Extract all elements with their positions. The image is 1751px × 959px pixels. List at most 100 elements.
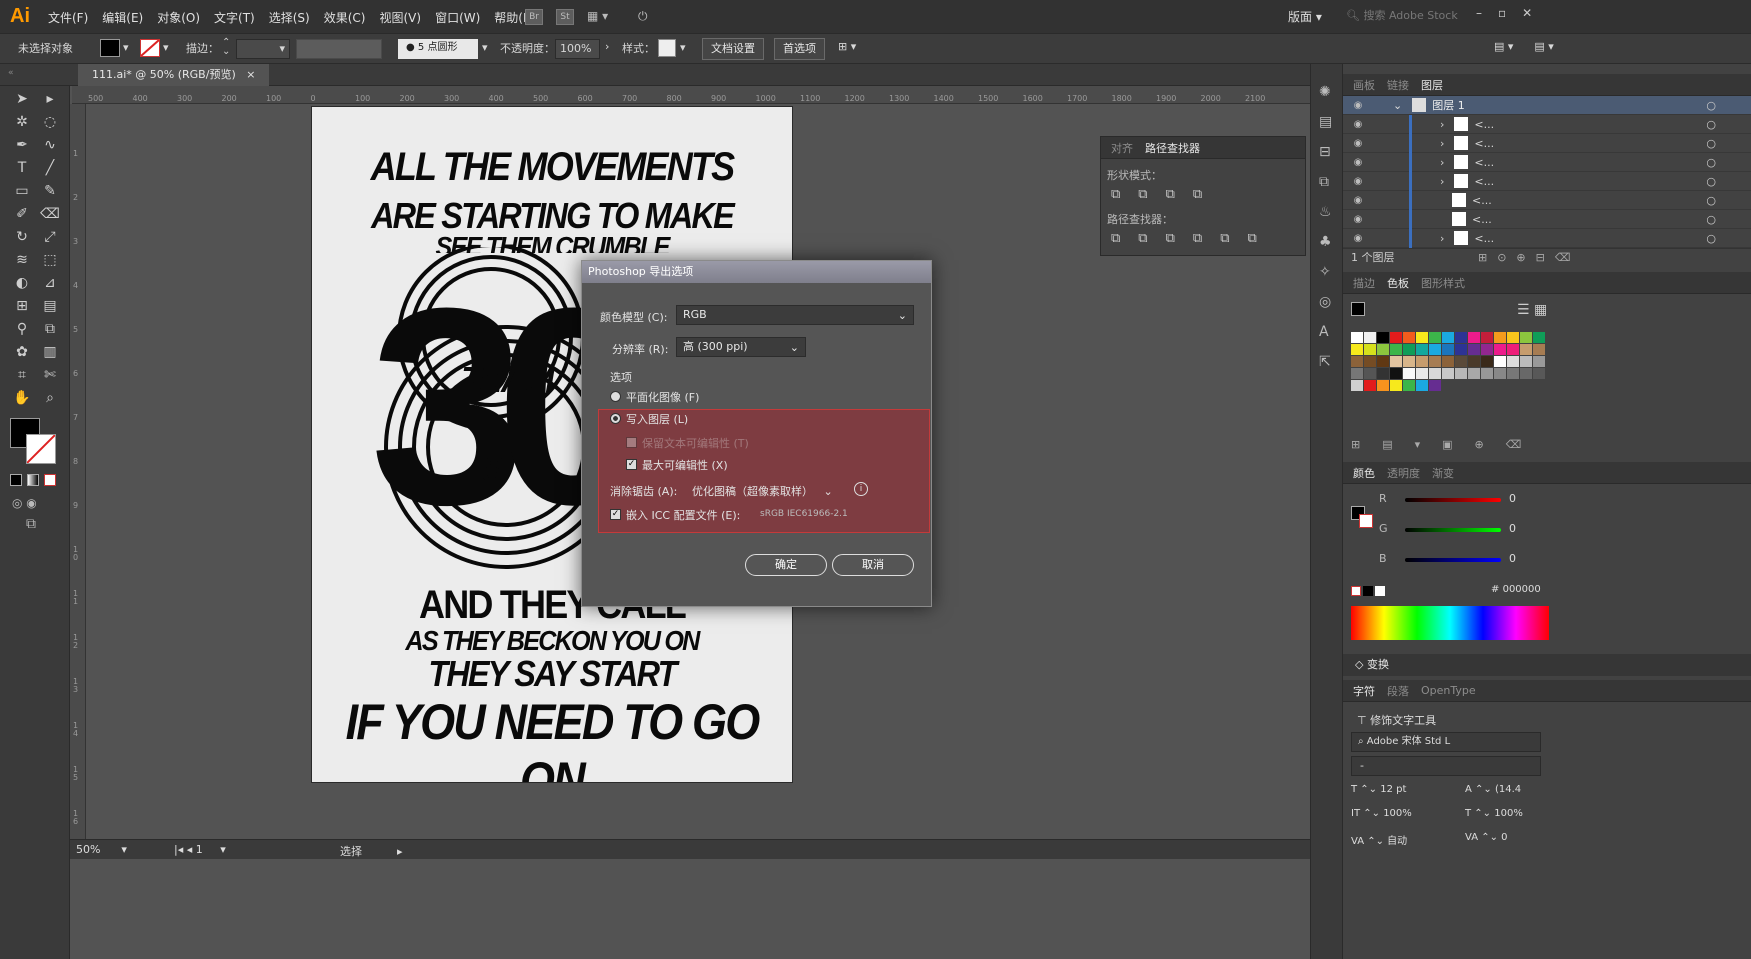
visibility-eye-icon[interactable]: ◉ <box>1351 138 1365 149</box>
visibility-eye-icon[interactable]: ◉ <box>1351 233 1365 244</box>
tab-graphic-styles[interactable]: 图形样式 <box>1421 275 1465 291</box>
outline-icon[interactable]: ⧉ <box>1220 231 1229 246</box>
status-tool[interactable]: 选择 ▸ <box>340 843 403 859</box>
style-dropdown-icon[interactable]: ▾ <box>680 41 686 54</box>
window-controls[interactable]: –▫✕ <box>1476 6 1548 20</box>
workspace-switcher[interactable]: 版面 ▾ <box>1288 8 1322 25</box>
menu-view[interactable]: 视图(V) <box>379 9 421 26</box>
selection-tool-icon[interactable]: ➤ <box>10 88 34 110</box>
sublayer-row[interactable]: ◉ <... ○ <box>1343 190 1751 210</box>
panel-options-icon[interactable]: ▤ ▾ ▤ ▾ <box>1494 40 1554 53</box>
write-layers-radio[interactable] <box>610 413 621 424</box>
swatch[interactable] <box>1468 368 1480 379</box>
slice-tool-icon[interactable]: ✄ <box>38 364 62 386</box>
swatch[interactable] <box>1533 332 1545 343</box>
font-family-field[interactable]: ⌕ Adobe 宋体 Std L <box>1351 732 1541 752</box>
swatch[interactable] <box>1364 380 1376 391</box>
gpu-icon[interactable]: ⏻ <box>638 9 648 24</box>
paintbrush-icon[interactable]: ✎ <box>38 180 62 202</box>
color-spectrum[interactable] <box>1351 606 1549 640</box>
minus-front-icon[interactable]: ⧉ <box>1138 187 1147 202</box>
rotate-tool-icon[interactable]: ↻ <box>10 226 34 248</box>
swatch[interactable] <box>1520 332 1532 343</box>
flatten-radio[interactable] <box>610 391 621 402</box>
target-circle-icon[interactable]: ○ <box>1706 175 1716 188</box>
brush-definition[interactable]: ● 5 点圆形 <box>398 39 478 59</box>
merge-icon[interactable]: ⧉ <box>1166 231 1175 246</box>
pathfinder-icon[interactable]: ⧉ <box>1319 174 1332 190</box>
embed-icc-checkbox[interactable]: ✓ <box>610 509 621 520</box>
document-info-icon[interactable]: ▤ <box>1319 114 1332 130</box>
minus-back-icon[interactable]: ⧉ <box>1247 231 1256 246</box>
divide-icon[interactable]: ⧉ <box>1111 231 1120 246</box>
swatch[interactable] <box>1351 344 1363 355</box>
menu-object[interactable]: 对象(O) <box>157 9 200 26</box>
transform-panel[interactable]: ◇ 变换 <box>1343 654 1751 676</box>
direct-selection-tool-icon[interactable]: ▸ <box>38 88 62 110</box>
swatch[interactable] <box>1364 344 1376 355</box>
visibility-eye-icon[interactable]: ◉ <box>1351 214 1365 225</box>
symbols-icon[interactable]: ♣ <box>1319 234 1332 250</box>
swatch[interactable] <box>1416 356 1428 367</box>
visibility-eye-icon[interactable]: ◉ <box>1351 100 1365 111</box>
layer-row-top[interactable]: ◉ ⌄ 图层 1 ○ <box>1343 96 1751 115</box>
expand-arrow-icon[interactable]: › <box>1440 118 1444 131</box>
ok-button[interactable]: 确定 <box>745 554 827 576</box>
menu-effect[interactable]: 效果(C) <box>324 9 366 26</box>
swatch[interactable] <box>1364 356 1376 367</box>
swatch[interactable] <box>1429 368 1441 379</box>
swatch[interactable] <box>1377 368 1389 379</box>
swatch[interactable] <box>1442 368 1454 379</box>
screen-mode-icon[interactable]: ⧉ <box>26 516 36 532</box>
antialias-select[interactable]: 优化图稿（超像素取样） ⌄ <box>692 483 833 499</box>
swatch[interactable] <box>1377 332 1389 343</box>
swatch-fill-indicator[interactable] <box>1351 302 1365 316</box>
none-swatch[interactable] <box>1351 586 1361 596</box>
r-slider[interactable] <box>1405 498 1501 502</box>
swatch[interactable] <box>1455 368 1467 379</box>
arrange-icon[interactable]: ▦ ▾ <box>587 9 608 23</box>
stroke-weight-field[interactable]: ▾ <box>236 39 290 59</box>
swatch[interactable] <box>1520 356 1532 367</box>
tab-layers[interactable]: 图层 <box>1421 77 1443 93</box>
brush-dropdown-icon[interactable]: ▾ <box>482 41 488 54</box>
stock-button[interactable]: St <box>556 9 574 25</box>
swatch[interactable] <box>1468 356 1480 367</box>
cancel-button[interactable]: 取消 <box>832 554 914 576</box>
menu-file[interactable]: 文件(F) <box>48 9 88 26</box>
intersect-icon[interactable]: ⧉ <box>1166 187 1175 202</box>
bridge-button[interactable]: Br <box>525 9 543 25</box>
expand-arrow-icon[interactable]: ⌄ <box>1393 99 1402 112</box>
document-tab[interactable]: 111.ai* @ 50% (RGB/预览) × <box>78 64 270 86</box>
warp-tool-icon[interactable]: ≋ <box>10 249 34 271</box>
swatch[interactable] <box>1442 356 1454 367</box>
white-swatch[interactable] <box>1375 586 1385 596</box>
swatch[interactable] <box>1390 380 1402 391</box>
magic-wand-icon[interactable]: ✲ <box>10 111 34 133</box>
zoom-tool-icon[interactable]: ⌕ <box>38 387 62 409</box>
preferences-button[interactable]: 首选项 <box>774 38 825 60</box>
layer-actions-icons[interactable]: ⊞⊙⊕⊟⌫ <box>1478 251 1580 264</box>
target-circle-icon[interactable]: ○ <box>1706 194 1716 207</box>
tab-pathfinder[interactable]: 路径查找器 <box>1145 140 1200 156</box>
info-icon[interactable]: i <box>854 482 868 496</box>
target-circle-icon[interactable]: ○ <box>1706 118 1716 131</box>
expand-arrow-icon[interactable]: › <box>1440 232 1444 245</box>
tab-stroke[interactable]: 描边 <box>1353 275 1375 291</box>
g-slider[interactable] <box>1405 528 1501 532</box>
swatch[interactable] <box>1507 344 1519 355</box>
swatch[interactable] <box>1390 356 1402 367</box>
swatch[interactable] <box>1494 344 1506 355</box>
stock-search[interactable]: 🔍︎ 搜索 Adobe Stock <box>1346 7 1466 25</box>
crop-icon[interactable]: ⧉ <box>1193 231 1202 246</box>
swatch[interactable] <box>1533 356 1545 367</box>
swatch[interactable] <box>1377 356 1389 367</box>
opacity-arrow-icon[interactable]: › <box>605 40 609 53</box>
scale-tool-icon[interactable]: ⤢ <box>38 226 62 248</box>
pen-tool-icon[interactable]: ✒ <box>10 134 34 156</box>
tab-opentype[interactable]: OpenType <box>1421 684 1476 697</box>
sublayer-row[interactable]: ◉ <... ○ <box>1343 209 1751 229</box>
swatch[interactable] <box>1507 368 1519 379</box>
variable-width-profile[interactable] <box>296 39 382 59</box>
swatch[interactable] <box>1351 380 1363 391</box>
